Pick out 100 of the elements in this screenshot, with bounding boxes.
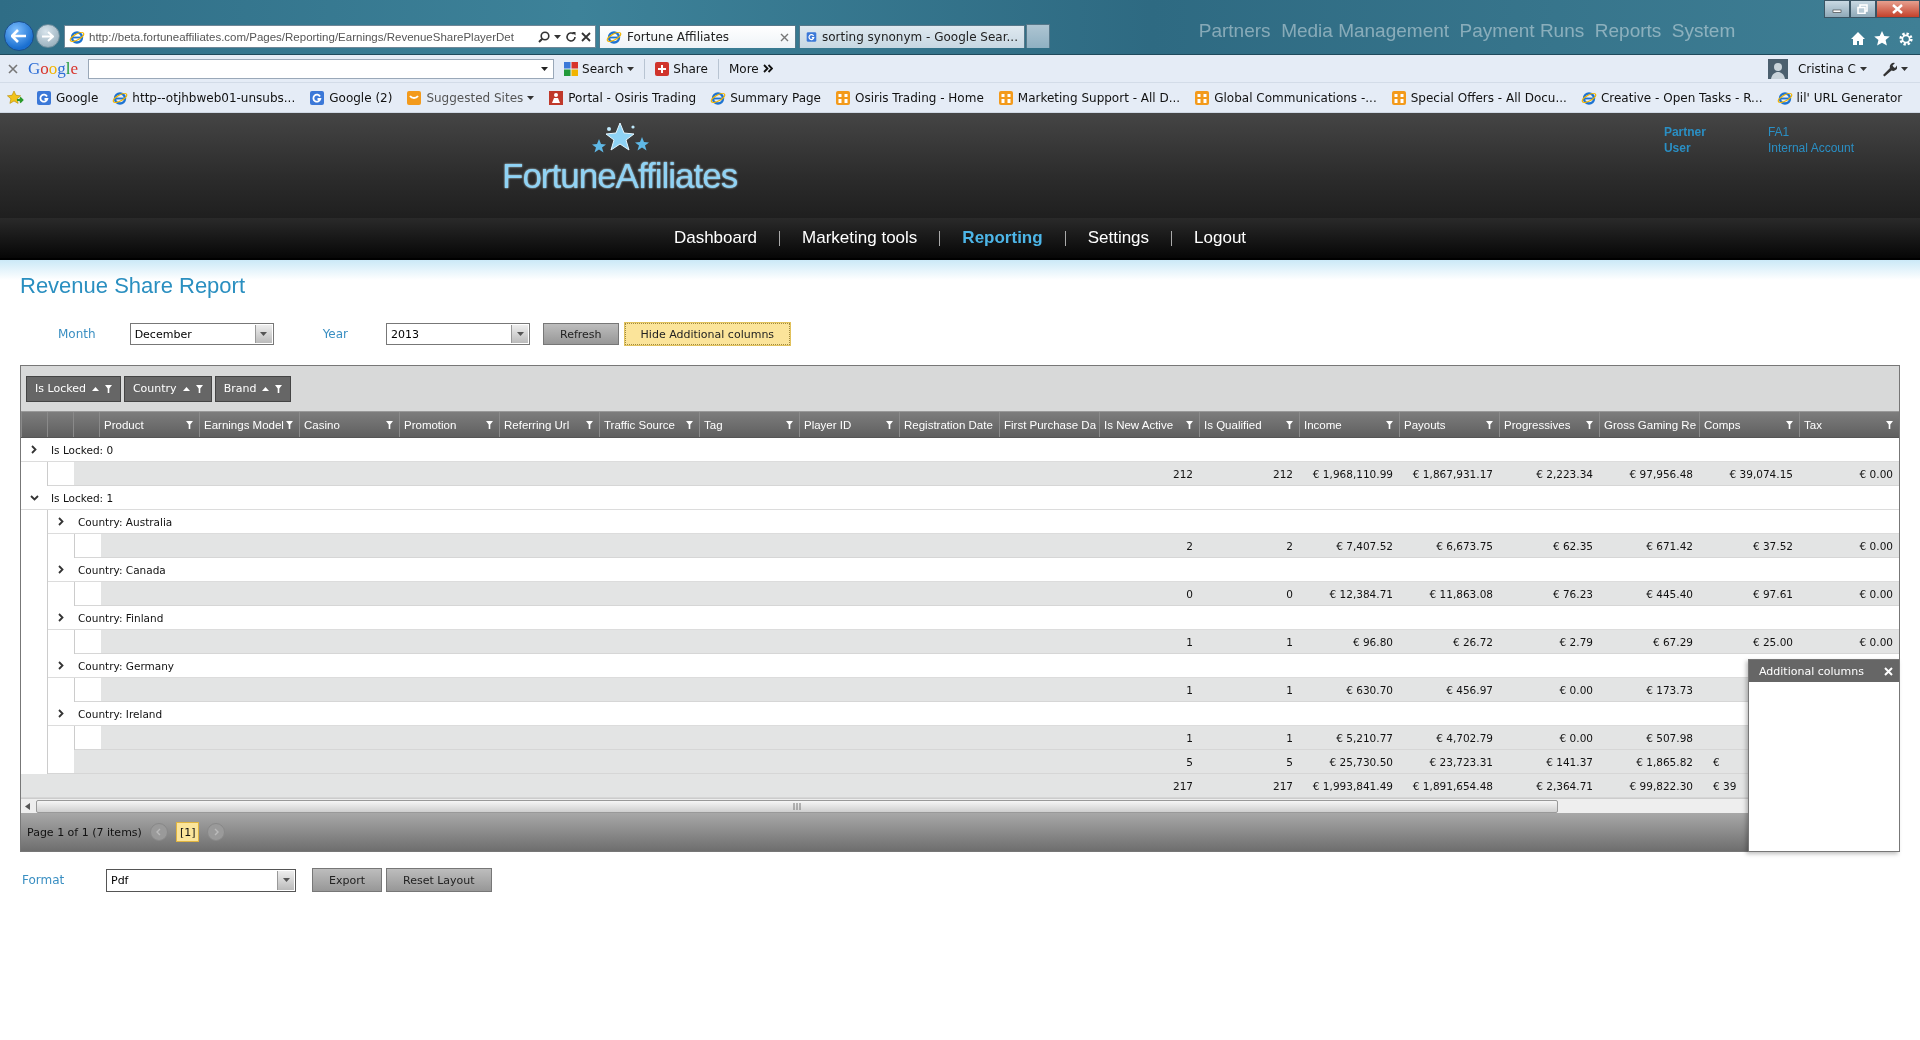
column-header[interactable]: Product [99,412,199,437]
table-cell-text: € 67.29 [1651,635,1694,648]
home-icon[interactable] [1850,31,1866,46]
filter-icon[interactable] [275,384,283,393]
filter-icon[interactable] [586,421,593,429]
expand-icon[interactable] [58,565,64,574]
nav-link[interactable]: Logout [1172,228,1269,248]
stop-icon[interactable] [581,31,591,42]
expand-icon[interactable] [31,445,37,454]
minimize-button[interactable] [1824,0,1850,18]
column-header[interactable]: Referring Url [499,412,599,437]
column-header[interactable]: Registration Date [899,412,999,437]
favorite-link[interactable]: Creative - Open Tasks - R... [1578,87,1765,108]
column-header[interactable]: Tax [1799,412,1899,437]
column-header[interactable]: Is New Active [1099,412,1199,437]
favorite-link[interactable]: Portal - Osiris Trading [546,87,699,108]
page-button[interactable]: [1] [175,822,200,842]
collapse-icon[interactable] [29,494,39,501]
favorite-link[interactable]: lil' URL Generator [1774,87,1905,108]
filter-icon[interactable] [286,421,293,429]
group-chip[interactable]: Brand [214,375,292,402]
search-button[interactable]: Search [560,59,639,78]
year-select[interactable]: 2013 [386,323,531,345]
favorite-link[interactable]: Special Offers - All Docu... [1388,87,1569,108]
filter-icon[interactable] [195,384,203,393]
scrollbar-thumb[interactable] [36,799,1558,813]
filter-icon[interactable] [104,384,112,393]
column-header[interactable]: Is Qualified [1199,412,1299,437]
table-cell-text: € 1,867,931.17 [1411,467,1494,480]
close-window-button[interactable] [1876,0,1920,18]
filter-icon[interactable] [886,421,893,429]
favorite-link[interactable]: Summary Page [708,87,823,108]
filter-icon[interactable] [1586,421,1593,429]
column-header[interactable]: Earnings Model [199,412,299,437]
export-button[interactable]: Export [312,868,382,892]
new-tab-button[interactable] [1026,24,1050,48]
nav-link[interactable]: Reporting [940,228,1065,248]
share-button[interactable]: Share [651,59,712,78]
more-button[interactable]: More [724,59,777,78]
nav-link[interactable]: Dashboard [651,228,780,248]
search-icon[interactable] [538,30,550,43]
favorite-link[interactable]: Google [34,87,101,108]
expand-icon[interactable] [58,661,64,670]
column-header[interactable]: Payouts [1399,412,1499,437]
maximize-button[interactable] [1850,0,1876,18]
gear-icon[interactable] [1898,31,1914,47]
expand-icon[interactable] [58,709,64,718]
filter-icon[interactable] [1886,421,1893,429]
group-chip[interactable]: Country [123,375,212,402]
column-header[interactable]: Progressives [1499,412,1599,437]
search-field[interactable] [88,58,555,79]
nav-link[interactable]: Marketing tools [780,228,940,248]
favorite-link[interactable]: http--otjhbweb01-unsubs... [110,87,298,108]
browser-tab[interactable]: Fortune Affiliates [599,25,796,48]
address-bar[interactable]: http://beta.fortuneaffiliates.com/Pages/Reporting/Earnings/RevenueSharePlayerDet [64,25,596,48]
favorite-link[interactable]: Google (2) [307,87,395,108]
filter-icon[interactable] [1386,421,1393,429]
scroll-left-icon[interactable] [25,802,30,810]
filter-icon[interactable] [386,421,393,429]
column-header[interactable]: Casino [299,412,399,437]
browser-tab[interactable]: sorting synonym - Google Sear... [799,25,1025,48]
expand-icon[interactable] [58,613,64,622]
expand-icon[interactable] [58,517,64,526]
column-header[interactable]: Income [1299,412,1399,437]
month-select[interactable]: December [129,323,274,345]
reset-layout-button[interactable]: Reset Layout [386,868,492,892]
column-header[interactable]: First Purchase Da [999,412,1099,437]
close-icon[interactable] [8,63,18,74]
column-header[interactable]: Traffic Source [599,412,699,437]
forward-button[interactable] [36,24,60,48]
favorite-link[interactable]: Suggested Sites [404,87,537,108]
column-header[interactable]: Promotion [399,412,499,437]
table-cell-text: 212 [1171,467,1194,480]
filter-icon[interactable] [1286,421,1293,429]
favorite-link[interactable]: Global Communications -... [1192,87,1379,108]
column-header[interactable]: Comps [1699,412,1799,437]
column-header[interactable]: Tag [699,412,799,437]
refresh-button[interactable]: Refresh [543,323,619,345]
star-icon[interactable] [1874,31,1890,46]
filter-icon[interactable] [686,421,693,429]
filter-icon[interactable] [1786,421,1793,429]
back-button[interactable] [4,21,34,51]
nav-link[interactable]: Settings [1065,228,1172,248]
filter-icon[interactable] [486,421,493,429]
filter-icon[interactable] [1486,421,1493,429]
refresh-icon[interactable] [565,30,577,43]
favorite-link[interactable]: Marketing Support - All D... [995,87,1183,108]
user-menu-button[interactable]: Cristina C [1793,59,1871,78]
hide-columns-button[interactable]: Hide Additional columns [624,323,791,345]
favorite-link[interactable]: Osiris Trading - Home [833,87,986,108]
group-chip[interactable]: Is Locked [26,375,121,402]
favorites-icon[interactable] [6,89,24,106]
filter-icon[interactable] [1186,421,1193,429]
filter-icon[interactable] [186,421,193,429]
filter-icon[interactable] [786,421,793,429]
format-select[interactable]: Pdf [106,868,296,892]
column-header[interactable]: Gross Gaming Re [1599,412,1699,437]
column-header[interactable]: Player ID [799,412,899,437]
close-icon[interactable] [780,32,789,42]
sort-up-icon [262,386,270,391]
